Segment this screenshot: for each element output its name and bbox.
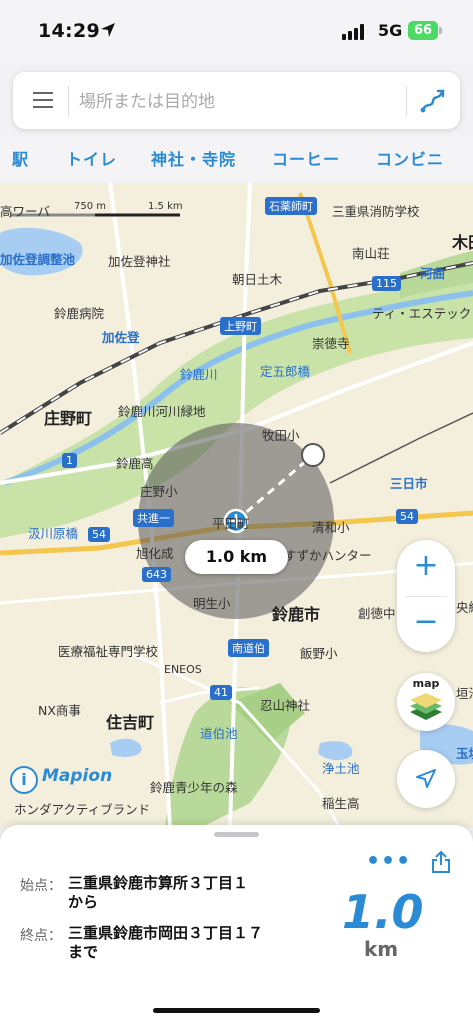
share-icon[interactable] <box>430 850 452 874</box>
map-label: 加佐登調整池 <box>0 252 76 267</box>
scale-left: 750 m <box>74 201 107 212</box>
route-icon[interactable] <box>420 88 446 114</box>
route-shield: 115 <box>372 276 401 291</box>
map-label: 鈴鹿川 <box>180 367 218 382</box>
map-label: 道伯池 <box>200 726 238 741</box>
battery-icon: 66 <box>408 21 438 40</box>
status-time: 14:29 <box>38 20 100 42</box>
map-label: 汲川原橋 <box>28 526 79 541</box>
map-label: 三日市 <box>390 476 428 491</box>
signal-icon <box>342 24 364 40</box>
map-label: 南道伯 <box>228 639 269 657</box>
map-label: 鈴鹿高 <box>116 456 154 471</box>
search-divider-right <box>406 86 407 116</box>
mapion-logo: Mapion <box>42 766 113 786</box>
distance-unit: km <box>364 937 399 961</box>
map-label: 鈴鹿市 <box>272 605 321 624</box>
route-sheet: ••• 始点： 三重県鈴鹿市算所３丁目１ から 終点： 三重県鈴鹿市岡田３丁目１… <box>0 825 473 1024</box>
map-label: 加佐登 <box>102 330 140 345</box>
menu-icon[interactable] <box>33 92 53 108</box>
search-input[interactable] <box>77 82 401 122</box>
route-shield: 1 <box>62 453 77 468</box>
category-toilet[interactable]: トイレ <box>66 146 117 170</box>
map-label: NX商事 <box>38 703 81 718</box>
map-label: 石薬師町 <box>265 197 317 215</box>
map-label: 三重県消防学校 <box>332 204 420 219</box>
map-label: 上野町 <box>220 317 261 335</box>
network-type: 5G <box>378 21 403 40</box>
route-shield: 643 <box>142 567 171 582</box>
home-indicator <box>153 1008 320 1013</box>
map-view[interactable]: 750 m 1.5 km 石薬師町 三重県消防学校 南山荘 木田 加佐登調整池 … <box>0 183 473 828</box>
map-label: ホンダアクティブランド <box>14 802 151 817</box>
map-label: 定五郎橋 <box>260 364 311 379</box>
category-bar: 駅 トイレ 神社・寺院 コーヒー コンビニ <box>0 138 473 182</box>
map-label: 木田 <box>452 233 473 252</box>
search-divider <box>68 86 69 116</box>
scale-right: 1.5 km <box>148 201 183 212</box>
distance-value: 1.0 <box>342 885 424 939</box>
start-value-line1: 三重県鈴鹿市算所３丁目１ <box>68 874 249 892</box>
map-label: 鈴鹿川河川緑地 <box>118 404 206 419</box>
map-label: 庄野町 <box>44 409 93 428</box>
zoom-control: + − <box>397 540 455 652</box>
zoom-out-button[interactable]: − <box>397 596 455 652</box>
sheet-grabber[interactable] <box>214 832 259 837</box>
map-label: 清和小 <box>312 520 350 535</box>
category-coffee[interactable]: コーヒー <box>272 146 340 170</box>
current-location-button[interactable] <box>397 750 455 808</box>
map-label: 加佐登神社 <box>108 254 171 269</box>
map-layer-label: map <box>412 677 440 690</box>
map-label: 医療福祉専門学校 <box>58 644 159 659</box>
map-label: 河曲 <box>420 266 446 281</box>
category-shrine-temple[interactable]: 神社・寺院 <box>151 146 236 170</box>
map-label: 高ワーバ <box>0 204 50 219</box>
map-label: 玉垣 <box>456 746 473 761</box>
map-label: 鈴鹿病院 <box>54 306 105 321</box>
map-label: 朝日土木 <box>232 272 283 287</box>
map-label: 飯野小 <box>300 646 338 661</box>
layers-icon <box>410 693 442 720</box>
status-bar: 14:29 5G 66 <box>0 0 473 62</box>
map-label: 明生小 <box>193 596 231 611</box>
end-value-line2: まで <box>68 943 99 961</box>
map-layer-button[interactable]: map <box>397 673 455 731</box>
start-label: 始点： <box>20 878 62 894</box>
more-options-button[interactable]: ••• <box>366 849 411 874</box>
route-shield: 54 <box>396 509 418 524</box>
start-value-line2: から <box>68 893 99 911</box>
map-label: ENEOS <box>164 663 202 676</box>
category-station[interactable]: 駅 <box>12 146 29 170</box>
route-shield: 54 <box>88 527 110 542</box>
map-label: 旭化成 <box>136 546 174 561</box>
map-label: 住吉町 <box>106 713 155 732</box>
map-label: 崇徳寺 <box>312 336 350 351</box>
location-arrow-icon <box>101 23 115 37</box>
route-shield: 41 <box>210 685 232 700</box>
zoom-in-button[interactable]: + <box>397 540 455 596</box>
map-label: 平田町 <box>212 516 250 531</box>
map-label: 忍山神社 <box>260 698 311 713</box>
map-label: 牧田小 <box>262 428 300 443</box>
map-label: すずかハンター <box>284 548 372 563</box>
map-label: 創徳中 <box>358 606 396 621</box>
map-label: 南山荘 <box>352 246 390 261</box>
map-label: 庄野小 <box>140 484 178 499</box>
battery-tip <box>439 27 442 34</box>
search-bar <box>13 72 460 129</box>
location-arrow-icon <box>416 769 436 788</box>
category-convenience[interactable]: コンビニ <box>376 146 444 170</box>
map-label: ティ・エステック <box>372 306 472 321</box>
map-label: 鈴鹿青少年の森 <box>150 780 238 795</box>
map-label: 稲生高 <box>322 796 360 811</box>
map-label: 共進一 <box>133 509 174 527</box>
end-label: 終点： <box>20 928 62 944</box>
radius-distance-label: 1.0 km <box>185 540 288 574</box>
map-label: 浄土池 <box>322 761 360 776</box>
info-icon[interactable]: i <box>10 766 38 794</box>
map-label: 央緑 <box>456 600 473 615</box>
end-value-line1: 三重県鈴鹿市岡田３丁目１７ <box>68 924 264 942</box>
map-label: 垣池 <box>456 686 473 701</box>
